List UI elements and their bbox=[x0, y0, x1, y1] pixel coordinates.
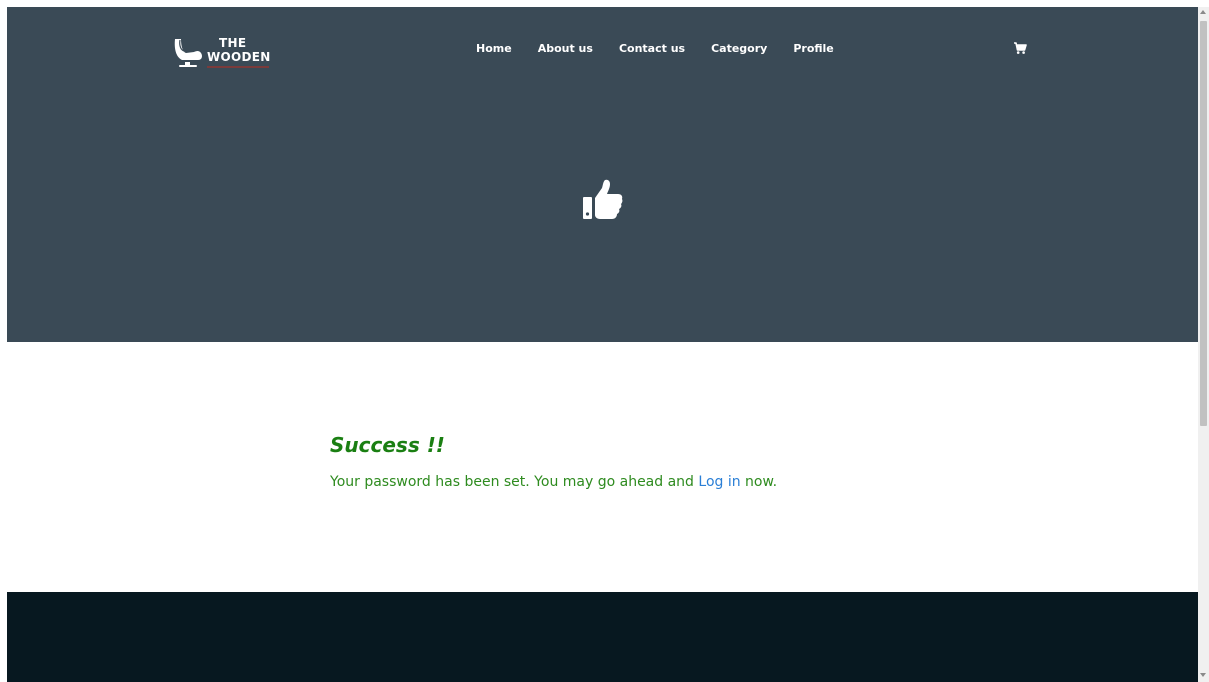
page: THE WOODEN Home About us Contact us Cate… bbox=[7, 7, 1198, 682]
nav-contact-us[interactable]: Contact us bbox=[619, 41, 685, 57]
logo-line-2: WOODEN bbox=[207, 50, 271, 64]
login-link[interactable]: Log in bbox=[698, 474, 740, 490]
logo-underline bbox=[207, 66, 269, 68]
hero-banner: THE WOODEN Home About us Contact us Cate… bbox=[7, 7, 1198, 342]
nav-category[interactable]: Category bbox=[711, 41, 767, 57]
site-logo[interactable]: THE WOODEN bbox=[172, 33, 272, 73]
logo-line-1: THE bbox=[219, 36, 247, 50]
scroll-up-arrow-icon[interactable] bbox=[1200, 10, 1206, 14]
message-text-before: Your password has been set. You may go a… bbox=[330, 474, 699, 490]
logo-text: THE WOODEN bbox=[207, 36, 271, 64]
nav-home[interactable]: Home bbox=[476, 41, 512, 57]
chair-icon bbox=[174, 39, 202, 67]
nav-about-us[interactable]: About us bbox=[538, 41, 593, 57]
message-text-after: now. bbox=[740, 474, 778, 490]
cart-icon[interactable] bbox=[1013, 41, 1027, 55]
thumbs-up-icon bbox=[583, 179, 623, 219]
success-title: Success !! bbox=[330, 433, 445, 457]
main-nav: Home About us Contact us Category Profil… bbox=[476, 41, 860, 57]
site-footer bbox=[7, 592, 1198, 682]
scroll-thumb[interactable] bbox=[1200, 21, 1207, 426]
success-message: Your password has been set. You may go a… bbox=[330, 472, 1030, 492]
message-section: Success !! Your password has been set. Y… bbox=[330, 432, 1030, 492]
browser-viewport: THE WOODEN Home About us Contact us Cate… bbox=[0, 0, 1209, 682]
scroll-down-arrow-icon[interactable] bbox=[1200, 673, 1206, 677]
nav-profile[interactable]: Profile bbox=[793, 41, 833, 57]
vertical-scrollbar[interactable] bbox=[1198, 7, 1209, 682]
